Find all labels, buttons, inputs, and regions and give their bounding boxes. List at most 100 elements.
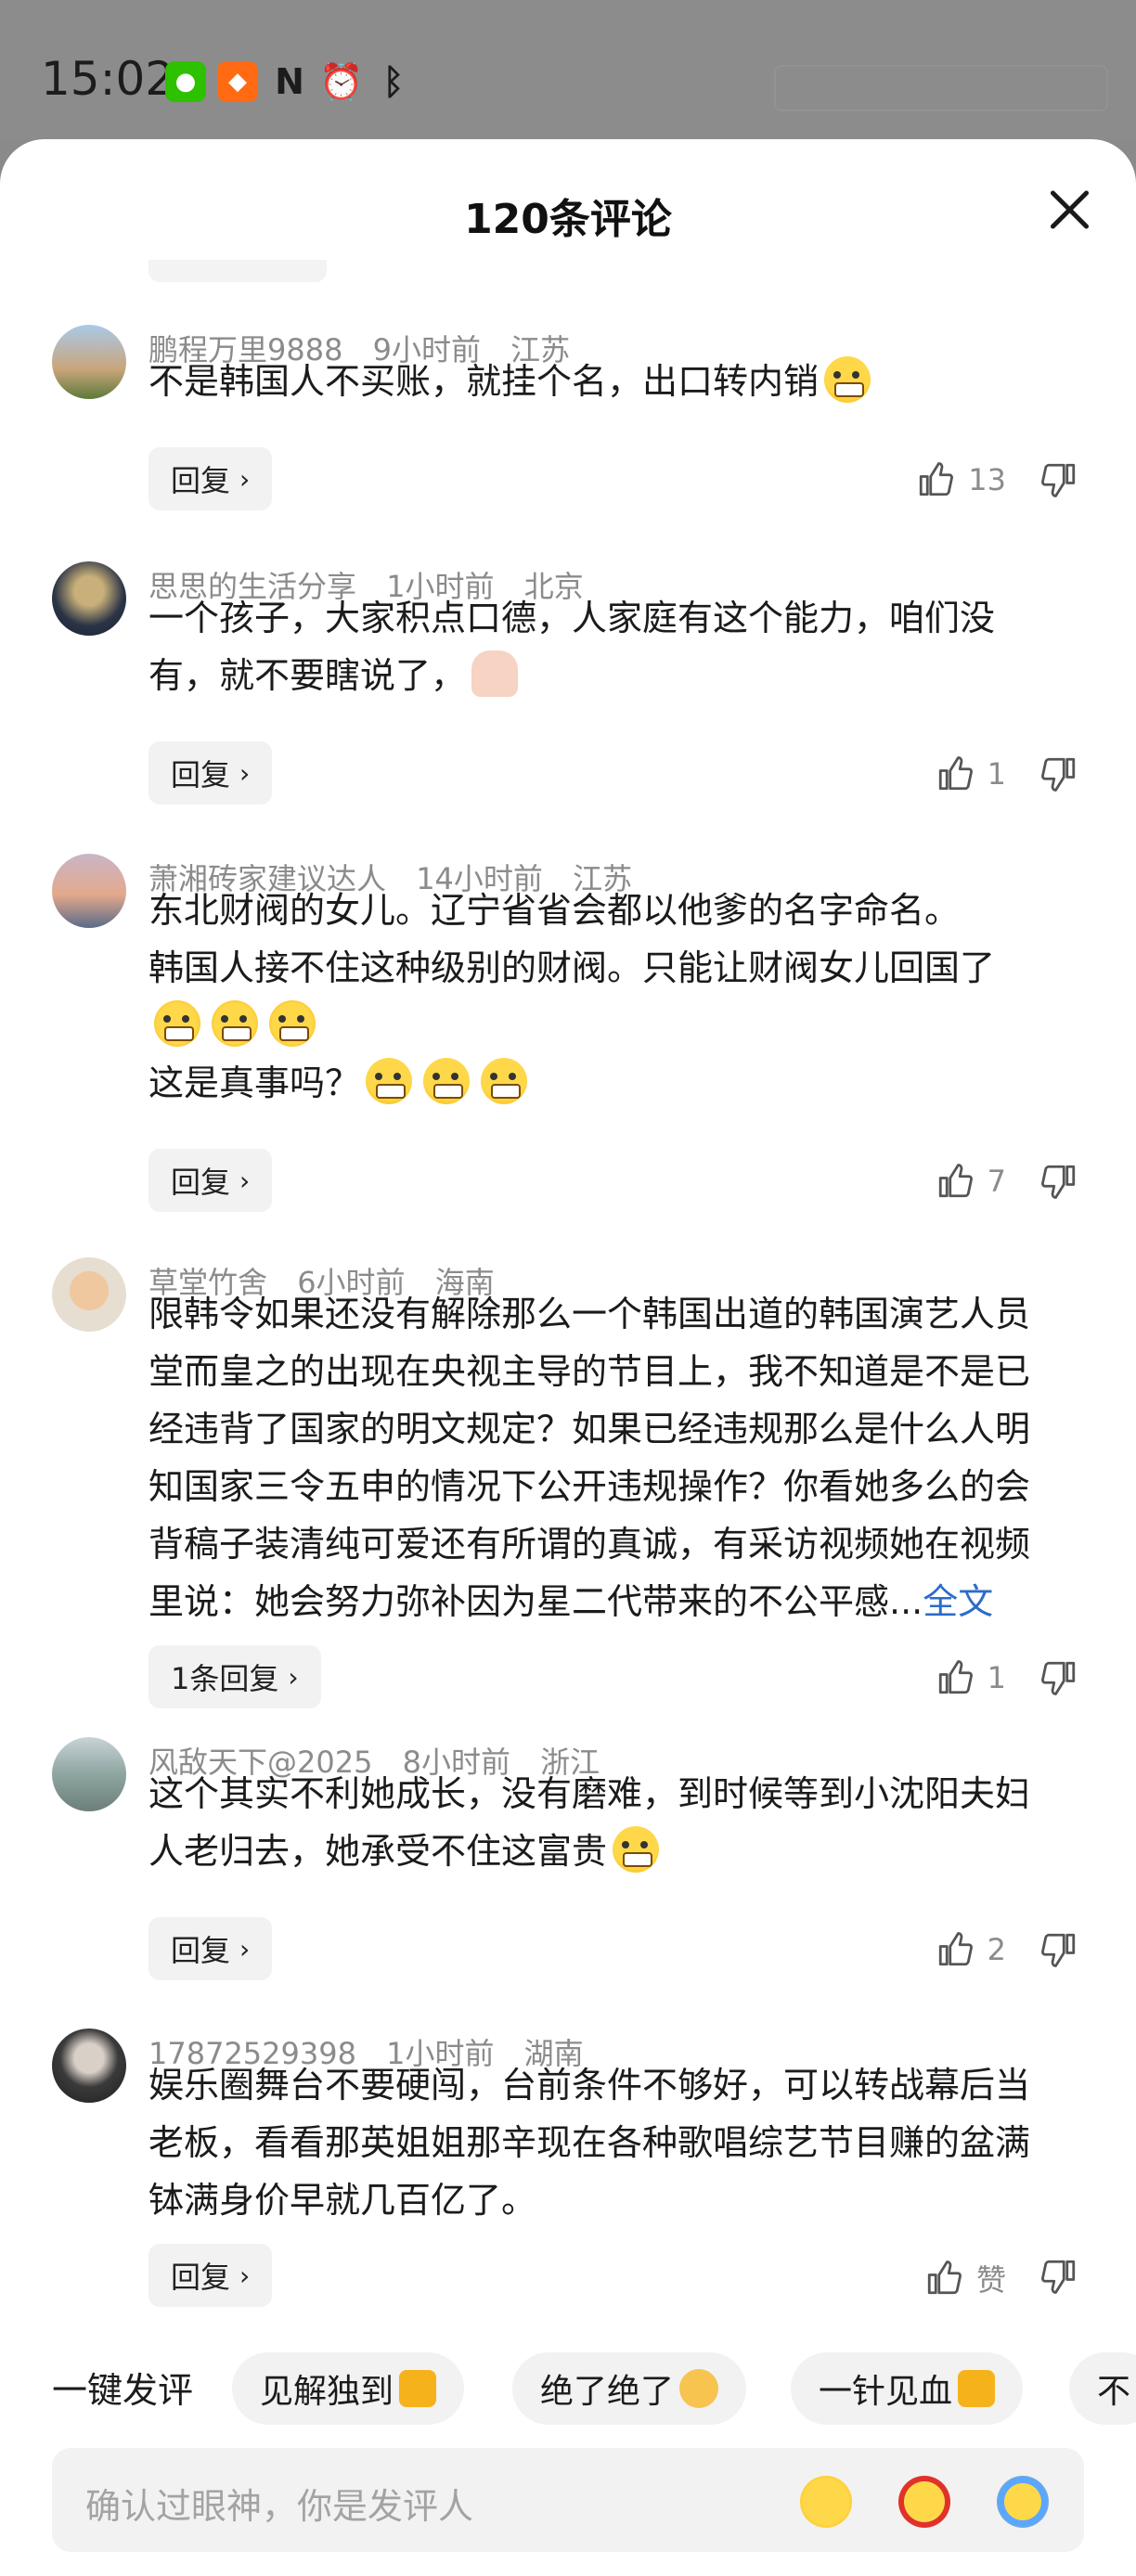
like-button[interactable]: 1 [936,754,1006,793]
chip-label: 绝了绝了 [540,2373,675,2411]
comment-text: 不是韩国人不买账，就挂个名，出口转内销 [148,353,1080,410]
thinking-emoji-icon [212,1000,258,1047]
thumbs-up-icon [938,1660,973,1694]
reply-label: 回复 [171,1165,231,1200]
comments-title: 120条评论 [464,196,672,243]
status-bar: 15:02 ● ◆ N ⏰ ᛒ [0,0,1136,139]
comment-line: 娱乐圈舞台不要硬闯，台前条件不够好，可以转战幕后当 [148,2065,1031,2106]
comment-line: 里说：她会努力弥补因为星二代带来的不公平感... [148,1581,923,1622]
comment-text: 娱乐圈舞台不要硬闯，台前条件不够好，可以转战幕后当 老板，看看那英姐姐那辛现在各… [148,2056,1080,2229]
avatar[interactable] [52,2029,126,2103]
like-button[interactable]: 赞 [924,2257,1006,2299]
status-time: 15:02 [41,52,175,106]
clap-emoji-icon [679,2369,719,2408]
like-button[interactable]: 2 [936,1930,1006,1969]
thumbs-up-icon [927,2260,962,2295]
chevron-right-icon: › [239,1933,251,1964]
nfc-icon: N [275,61,304,102]
thumbs-down-icon[interactable] [1039,2257,1078,2296]
chip-label: 不 [1097,2373,1131,2411]
avatar[interactable] [52,325,126,399]
quick-reply-chip[interactable]: 绝了绝了 [512,2352,747,2425]
expand-full-text-link[interactable]: 全文 [923,1581,993,1622]
avatar[interactable] [52,1737,126,1811]
reply-button[interactable]: 回复 › [148,447,273,510]
reply-button[interactable]: 回复 › [148,1917,273,1980]
like-count: 7 [987,1164,1006,1199]
thinking-emoji-icon [269,1000,316,1047]
grin-emoji-icon [613,1826,660,1873]
like-button[interactable]: 13 [916,460,1006,499]
quick-reply-chip[interactable]: 见解独到 [232,2352,465,2425]
comment-line: 东北财阀的女儿。辽宁省省会都以他爹的名字命名。 [148,890,961,931]
previous-reply-chip[interactable] [148,260,327,282]
comment-line: 限韩令如果还没有解除那么一个韩国出道的韩国演艺人员 [148,1294,1031,1334]
grin-emoji-icon [423,1058,471,1104]
reply-label: 回复 [171,463,231,498]
chevron-right-icon: › [239,463,251,495]
grin-emoji-icon [366,1058,413,1104]
comment-line: 人老归去，她承受不住这富贵 [148,1831,608,1872]
thumbs-down-icon[interactable] [1039,460,1078,499]
comment-line: 知国家三令五申的情况下公开违规操作？你看她多么的会 [148,1466,1031,1507]
comment-line: 有，就不要瞎说了， [148,655,467,696]
reply-button[interactable]: 回复 › [148,2244,273,2307]
like-count: 赞 [975,2262,1006,2298]
view-replies-button[interactable]: 1条回复 › [148,1645,321,1708]
crying-emoji-button[interactable] [997,2476,1049,2528]
quick-reply-label: 一键发评 [52,2370,194,2411]
comment-line: 韩国人接不住这种级别的财阀。只能让财阀女儿回国了 [148,947,996,988]
thumbs-down-icon[interactable] [1039,1162,1078,1201]
alarm-icon: ⏰ [319,60,364,102]
sheet-header: 120条评论 [0,139,1136,260]
comment-line: 老板，看看那英姐姐那辛现在各种歌唱综艺节目赚的盆满 [148,2122,1031,2163]
comment-line: 经违背了国家的明文规定？如果已经违规那么是什么人明 [148,1409,1031,1449]
like-button[interactable]: 7 [936,1162,1006,1201]
wechat-icon: ● [165,61,206,102]
comment-line: 这是真事吗？ [148,1063,361,1103]
like-count: 1 [987,756,1006,792]
thumbs-up-icon [938,1932,973,1966]
thumbs-up-icon [938,1164,973,1198]
comment-line: 堂而皇之的出现在央视主导的节目上，我不知道是不是已 [148,1351,1031,1392]
comment-line: 这个其实不利她成长，没有磨难，到时候等到小沈阳夫妇 [148,1773,1031,1814]
rose-emoji-button[interactable] [898,2476,950,2528]
bluetooth-icon: ᛒ [382,61,405,102]
like-count: 1 [987,1660,1006,1695]
close-button[interactable] [1049,189,1090,230]
like-button[interactable]: 1 [936,1658,1006,1697]
chevron-right-icon: › [288,1661,299,1693]
chevron-right-icon: › [239,1165,251,1196]
comment-text: 限韩令如果还没有解除那么一个韩国出道的韩国演艺人员 堂而皇之的出现在央视主导的节… [148,1285,1080,1630]
thumbs-down-icon[interactable] [1039,1658,1078,1697]
thumbs-down-icon[interactable] [1039,754,1078,793]
avatar[interactable] [52,561,126,636]
quick-reply-chip[interactable]: 不 [1069,2352,1136,2425]
avatar[interactable] [52,854,126,928]
comment-input-placeholder: 确认过眼神，你是发评人 [85,2486,474,2527]
thumbs-down-icon[interactable] [1039,1930,1078,1969]
reply-button[interactable]: 回复 › [148,1149,273,1212]
quick-reply-chip[interactable]: 一针见血 [791,2352,1024,2425]
reply-button[interactable]: 回复 › [148,741,273,805]
comments-sheet: 120条评论 鹏程万里9888 9小时前 江苏 不是韩国人不买账，就挂个名，出口… [0,139,1136,2576]
thumbs-up-emoji-icon [399,2370,437,2407]
status-icons: ● ◆ N ⏰ ᛒ [165,61,414,102]
chevron-right-icon: › [239,757,251,789]
comment-line: 一个孩子，大家积点口德，人家庭有这个能力，咱们没 [148,598,996,638]
thinking-emoji-icon [154,1000,200,1047]
reply-label: 回复 [171,2260,231,2295]
reply-label: 1条回复 [171,1661,279,1696]
reply-label: 回复 [171,1933,231,1968]
quick-reply-bar: 一键发评 见解独到 绝了绝了 一针见血 不 [0,2343,1136,2427]
comment-input[interactable]: 确认过眼神，你是发评人 [52,2448,1084,2552]
pray-emoji-icon [471,650,519,697]
comment-text: 东北财阀的女儿。辽宁省省会都以他爹的名字命名。 韩国人接不住这种级别的财阀。只能… [148,882,1080,1112]
chip-label: 见解独到 [260,2373,394,2411]
avatar[interactable] [52,1257,126,1332]
status-right-area [774,65,1108,111]
grin-emoji-button[interactable] [800,2476,852,2528]
thumbs-up-icon [938,756,973,791]
like-count: 2 [987,1932,1006,1967]
comment-text: 一个孩子，大家积点口德，人家庭有这个能力，咱们没 有，就不要瞎说了， [148,589,1080,704]
